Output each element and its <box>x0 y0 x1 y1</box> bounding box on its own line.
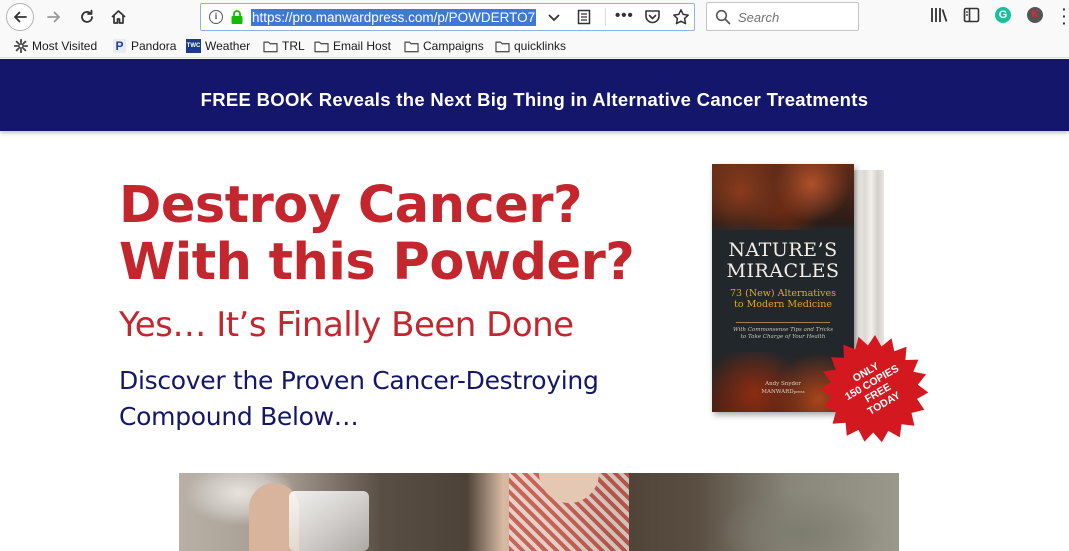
grammarly-icon[interactable]: G <box>995 7 1011 23</box>
separator <box>605 8 606 26</box>
home-button[interactable] <box>104 3 132 31</box>
headline-line-2: With this Powder? <box>119 233 635 292</box>
book-subtitle: 73 (New) Alternatives to Modern Medicine <box>712 288 854 310</box>
book-subtitle-line-2: to Modern Medicine <box>734 299 832 310</box>
folder-icon <box>495 39 510 53</box>
page-subhead: Yes… It’s Finally Been Done <box>119 305 574 345</box>
bookmark-most-visited[interactable]: Most Visited <box>13 38 97 54</box>
bookmark-label: Campaigns <box>423 39 484 53</box>
url-text[interactable]: https://pro.manwardpress.com/p/POWDERTO7 <box>251 9 537 26</box>
reload-button[interactable] <box>73 3 101 31</box>
twc-icon: TWC <box>186 39 201 53</box>
book-title-line-1: NATURE’S <box>728 239 838 261</box>
bookmark-label: TRL <box>282 39 305 53</box>
url-bar[interactable]: i https://pro.manwardpress.com/p/POWDERT… <box>200 3 695 31</box>
bookmark-weather[interactable]: TWC Weather <box>186 38 250 54</box>
bookmark-label: quicklinks <box>514 39 567 53</box>
bookmark-label: Email Host <box>333 39 392 53</box>
bookmark-folder-email-host[interactable]: Email Host <box>314 38 391 54</box>
top-banner: FREE BOOK Reveals the Next Big Thing in … <box>0 59 1069 131</box>
arrow-left-icon <box>14 11 27 23</box>
browser-toolbar: i https://pro.manwardpress.com/p/POWDERT… <box>0 0 1069 34</box>
divider <box>736 322 830 323</box>
lock-icon[interactable] <box>230 9 244 25</box>
book-title: NATURE’S MIRACLES <box>712 240 854 282</box>
search-placeholder[interactable]: Search <box>738 10 779 25</box>
bookmark-label: Most Visited <box>32 39 98 53</box>
bookmark-folder-trl[interactable]: TRL <box>263 38 305 54</box>
folder-icon <box>263 39 278 53</box>
bookmarks-bar: Most Visited P Pandora TWC Weather TRL E… <box>0 34 1069 58</box>
banner-text: FREE BOOK Reveals the Next Big Thing in … <box>200 89 869 110</box>
bookmark-label: Weather <box>205 39 251 53</box>
discover-line-2: Compound Below… <box>119 402 359 431</box>
gear-icon <box>13 39 28 53</box>
book-publisher-suffix: press <box>793 389 805 394</box>
page-actions-icon[interactable]: ••• <box>615 7 634 24</box>
hero-video-image[interactable] <box>179 473 899 551</box>
page-discover-text: Discover the Proven Cancer-Destroying Co… <box>119 363 659 435</box>
page-headline: Destroy Cancer? With this Powder? <box>119 177 639 291</box>
bookmark-folder-campaigns[interactable]: Campaigns <box>404 38 484 54</box>
search-icon <box>715 9 731 25</box>
folder-icon <box>314 39 329 53</box>
forward-button[interactable] <box>40 3 68 31</box>
spice-graphic <box>712 164 854 230</box>
folder-icon <box>404 39 419 53</box>
discover-line-1: Discover the Proven Cancer-Destroying <box>119 366 599 395</box>
headline-line-1: Destroy Cancer? <box>119 176 583 235</box>
library-icon[interactable] <box>930 7 948 23</box>
reload-icon <box>81 9 93 23</box>
powder-bag-graphic <box>289 491 369 551</box>
search-bar[interactable]: Search <box>706 2 859 31</box>
bookmark-folder-quicklinks[interactable]: quicklinks <box>495 38 566 54</box>
book-title-line-2: MIRACLES <box>726 260 840 282</box>
book-subtitle-line-1: 73 (New) Alternatives <box>730 288 836 299</box>
pandora-icon: P <box>112 39 127 53</box>
star-icon[interactable] <box>672 8 690 26</box>
reader-view-icon[interactable] <box>577 9 591 25</box>
sidebar-icon[interactable] <box>963 7 980 23</box>
arrow-right-icon <box>47 11 60 23</box>
home-icon <box>110 10 126 24</box>
bookmark-pandora[interactable]: P Pandora <box>112 38 176 54</box>
profile-avatar-icon[interactable]: K <box>1027 7 1043 23</box>
book-publisher-name: MANWARD <box>761 389 794 395</box>
bookmark-label: Pandora <box>131 39 177 53</box>
back-button[interactable] <box>6 3 34 31</box>
chevron-down-icon[interactable] <box>547 10 561 24</box>
info-icon[interactable]: i <box>209 10 223 24</box>
menu-icon[interactable]: · · · <box>1062 2 1067 30</box>
pocket-icon[interactable] <box>644 9 661 25</box>
